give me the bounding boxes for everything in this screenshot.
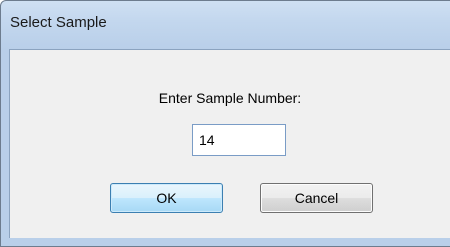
sample-number-input[interactable] [192,124,286,156]
dialog-body: Enter Sample Number: OK Cancel [9,49,450,238]
title-bar[interactable]: Select Sample [1,1,450,49]
ok-button-label: OK [156,190,177,206]
cancel-button[interactable]: Cancel [260,183,373,213]
cancel-button-label: Cancel [294,190,339,206]
ok-button[interactable]: OK [110,183,223,213]
prompt-label: Enter Sample Number: [158,90,302,106]
window-title: Select Sample [10,14,107,31]
select-sample-dialog: Select Sample Enter Sample Number: OK Ca… [0,0,450,247]
